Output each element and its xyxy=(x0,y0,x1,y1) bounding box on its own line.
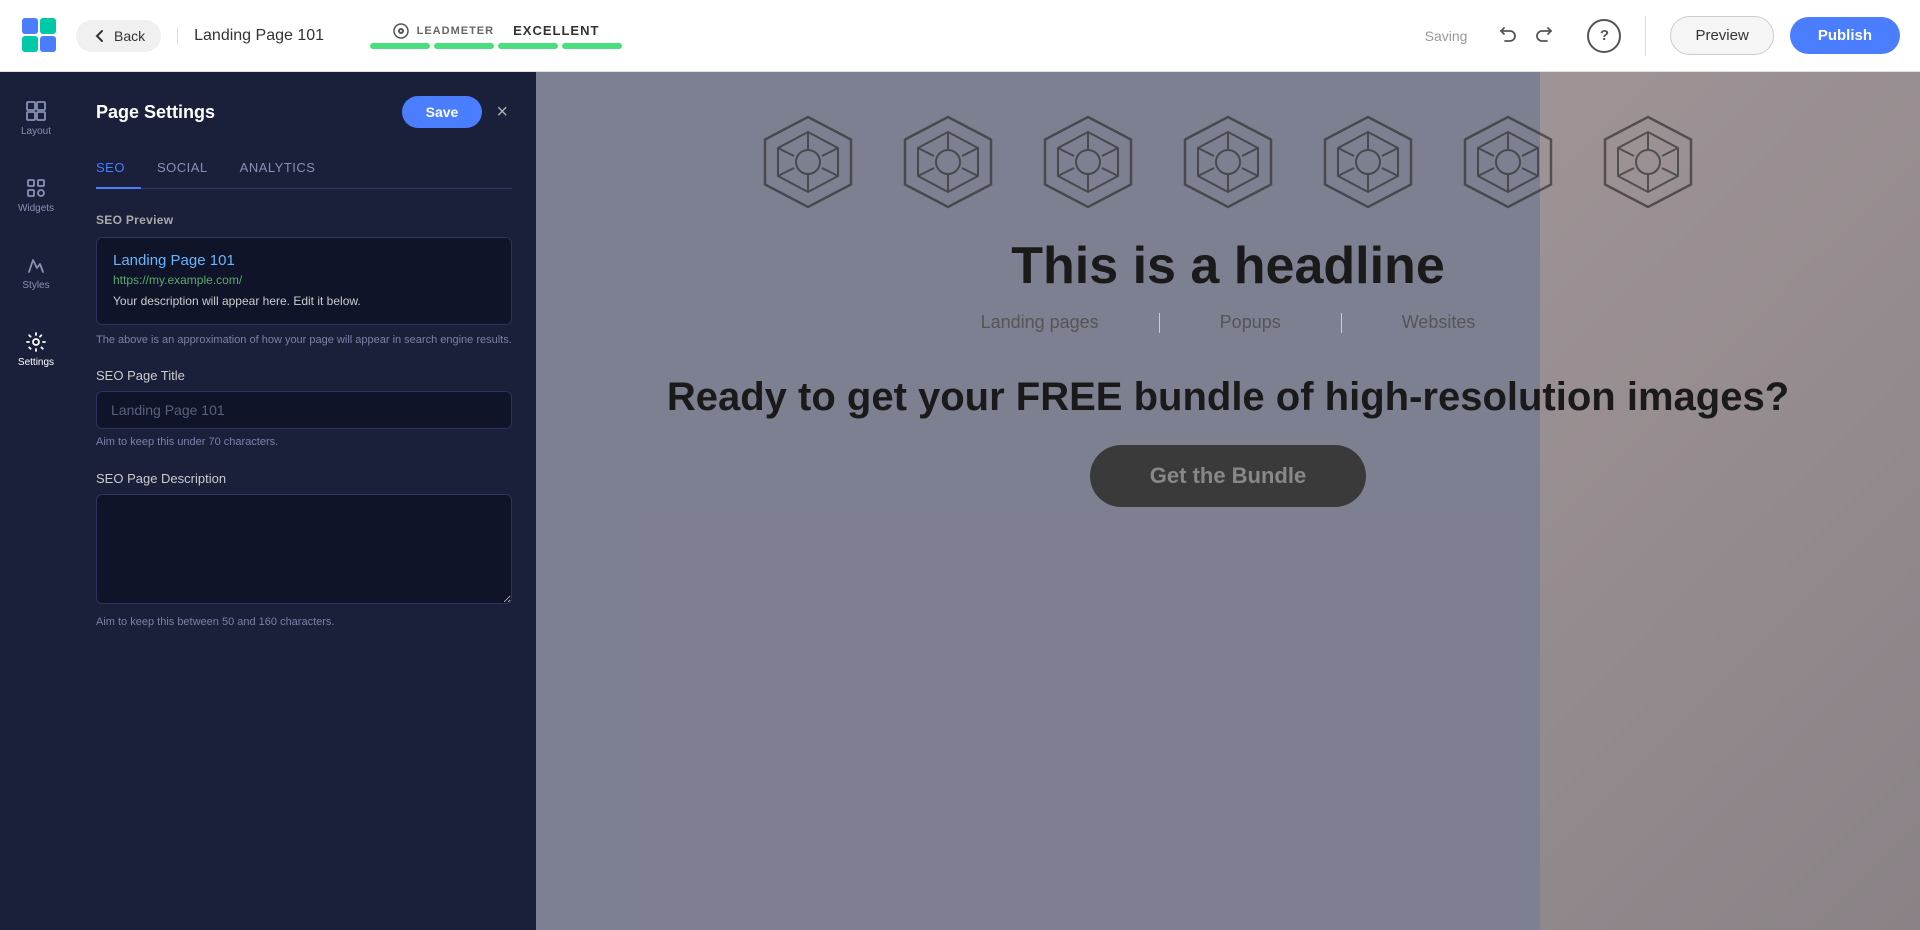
page-title: Landing Page 101 xyxy=(177,27,324,45)
tab-social[interactable]: SOCIAL xyxy=(141,152,224,189)
close-button[interactable]: × xyxy=(492,98,512,126)
hex-icon-7 xyxy=(1598,112,1698,212)
seo-preview-hint: The above is an approximation of how you… xyxy=(96,333,512,348)
canvas-headline: This is a headline xyxy=(981,236,1476,296)
sidebar-item-settings[interactable]: Settings xyxy=(6,323,66,376)
category-websites: Websites xyxy=(1402,312,1476,333)
panel-title: Page Settings xyxy=(96,102,215,123)
category-divider-2 xyxy=(1341,313,1342,333)
sidebar-label-widgets: Widgets xyxy=(18,203,54,214)
redo-button[interactable] xyxy=(1529,17,1561,54)
tab-analytics[interactable]: ANALYTICS xyxy=(224,152,332,189)
sidebar: Layout Widgets Styles Settings xyxy=(0,72,72,930)
panel-header: Page Settings Save × xyxy=(96,96,512,128)
publish-button[interactable]: Publish xyxy=(1790,17,1900,54)
leadmeter-divider xyxy=(502,25,505,37)
styles-icon xyxy=(25,254,47,276)
category-landing-pages: Landing pages xyxy=(981,312,1099,333)
seo-preview-label: SEO Preview xyxy=(96,213,512,227)
app-logo xyxy=(20,16,60,56)
hex-icon-3 xyxy=(1038,112,1138,212)
sidebar-item-styles[interactable]: Styles xyxy=(6,246,66,299)
sidebar-label-layout: Layout xyxy=(21,126,51,137)
publish-label: Publish xyxy=(1818,27,1872,44)
back-label: Back xyxy=(114,28,145,44)
sidebar-item-widgets[interactable]: Widgets xyxy=(6,169,66,222)
lm-bar-4 xyxy=(562,43,622,49)
seo-preview-url: https://my.example.com/ xyxy=(113,273,495,287)
hex-icon-4 xyxy=(1178,112,1278,212)
tab-analytics-label: ANALYTICS xyxy=(240,160,316,175)
sidebar-label-settings: Settings xyxy=(18,357,54,368)
page-preview: This is a headline Landing pages Popups … xyxy=(536,72,1920,930)
sub-categories: Landing pages Popups Websites xyxy=(981,312,1476,333)
hex-icon-2 xyxy=(898,112,998,212)
saving-status: Saving xyxy=(1425,28,1468,44)
category-popups: Popups xyxy=(1220,312,1281,333)
headline-section: This is a headline Landing pages Popups … xyxy=(981,236,1476,333)
cta-headline: Ready to get your FREE bundle of high-re… xyxy=(667,373,1789,421)
lm-bar-2 xyxy=(434,43,494,49)
leadmeter-bars xyxy=(370,43,622,49)
lm-bar-1 xyxy=(370,43,430,49)
hex-icon-6 xyxy=(1458,112,1558,212)
main-area: Layout Widgets Styles Settings xyxy=(0,72,1920,930)
tab-seo[interactable]: SEO xyxy=(96,152,141,189)
back-button[interactable]: Back xyxy=(76,20,161,52)
save-button[interactable]: Save xyxy=(402,96,483,128)
tab-social-label: SOCIAL xyxy=(157,160,208,175)
cta-section: Ready to get your FREE bundle of high-re… xyxy=(667,373,1789,507)
undo-redo-group xyxy=(1491,17,1561,54)
preview-button[interactable]: Preview xyxy=(1670,16,1773,55)
cta-button-label: Get the Bundle xyxy=(1150,463,1306,488)
leadmeter: LEADMETER EXCELLENT xyxy=(370,23,622,49)
canvas-overlay: This is a headline Landing pages Popups … xyxy=(536,72,1920,930)
seo-title-hint: Aim to keep this under 70 characters. xyxy=(96,435,512,450)
seo-preview-title: Landing Page 101 xyxy=(113,252,495,269)
lm-bar-3 xyxy=(498,43,558,49)
seo-preview-box: Landing Page 101 https://my.example.com/… xyxy=(96,237,512,325)
cta-button[interactable]: Get the Bundle xyxy=(1090,445,1366,507)
settings-icon xyxy=(25,331,47,353)
seo-desc-hint: Aim to keep this between 50 and 160 char… xyxy=(96,615,512,630)
sidebar-label-styles: Styles xyxy=(22,280,49,291)
undo-button[interactable] xyxy=(1491,17,1523,54)
seo-desc-label: SEO Page Description xyxy=(96,471,512,486)
leadmeter-score: EXCELLENT xyxy=(513,23,599,38)
category-divider-1 xyxy=(1159,313,1160,333)
tab-seo-label: SEO xyxy=(96,160,125,175)
leadmeter-label: LEADMETER xyxy=(417,25,494,37)
leadmeter-icon xyxy=(393,23,409,39)
canvas-content: This is a headline Landing pages Popups … xyxy=(536,72,1920,507)
seo-title-label: SEO Page Title xyxy=(96,368,512,383)
widgets-icon xyxy=(25,177,47,199)
seo-desc-input[interactable] xyxy=(96,494,512,604)
panel-tabs: SEO SOCIAL ANALYTICS xyxy=(96,152,512,189)
sidebar-item-layout[interactable]: Layout xyxy=(6,92,66,145)
canvas-area: This is a headline Landing pages Popups … xyxy=(536,72,1920,930)
hex-icon-1 xyxy=(758,112,858,212)
layout-icon xyxy=(25,100,47,122)
save-label: Save xyxy=(426,104,459,120)
divider xyxy=(1645,16,1646,56)
seo-title-input[interactable] xyxy=(96,391,512,429)
help-label: ? xyxy=(1600,27,1609,44)
preview-label: Preview xyxy=(1695,27,1748,44)
help-button[interactable]: ? xyxy=(1587,19,1621,53)
hex-icon-5 xyxy=(1318,112,1418,212)
settings-panel: Page Settings Save × SEO SOCIAL ANALYTIC… xyxy=(72,72,536,930)
topbar: Back Landing Page 101 LEADMETER EXCELLEN… xyxy=(0,0,1920,72)
seo-preview-description: Your description will appear here. Edit … xyxy=(113,293,495,310)
hex-icons-row xyxy=(758,112,1698,212)
close-icon: × xyxy=(496,101,508,123)
